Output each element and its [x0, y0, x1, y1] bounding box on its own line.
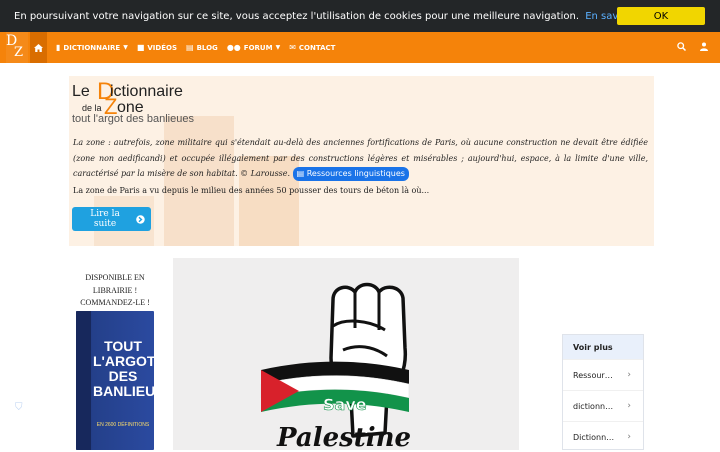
cookie-message-text: En poursuivant votre navigation sur ce s… [14, 10, 580, 22]
nav-item-dictionnaire[interactable]: ▮ DICTIONNAIRE ▼ [56, 43, 128, 52]
main-navbar: D Z ▮ DICTIONNAIRE ▼ ■ VIDÉOS ▤ BLOG ●● … [0, 32, 720, 63]
nav-item-label: BLOG [196, 43, 218, 52]
banner-save-text: Save [323, 395, 367, 414]
see-more-sidebar: Voir plus Ressour… › dictionn… › Diction… [562, 334, 644, 450]
search-icon[interactable] [677, 41, 687, 54]
home-icon [34, 43, 43, 52]
nav-item-videos[interactable]: ■ VIDÉOS [137, 43, 177, 52]
newspaper-icon: ▤ [186, 43, 194, 52]
read-more-label: Lire la suite [90, 209, 120, 229]
nav-item-forum[interactable]: ●● FORUM ▼ [227, 43, 280, 52]
cookie-banner: En poursuivant votre navigation sur ce s… [0, 0, 720, 32]
sidebar-heading: Voir plus [563, 335, 643, 359]
privacy-badge[interactable]: ⛉ [0, 395, 180, 450]
envelope-icon: ✉ [289, 43, 296, 52]
sidebar-item[interactable]: Dictionn… › [563, 421, 643, 452]
book-caption: DISPONIBLE EN LIBRAIRIE ! COMMANDEZ-LE ! [80, 273, 150, 307]
sidebar-item-label: dictionn… [573, 401, 614, 411]
user-icon[interactable] [700, 42, 708, 54]
chevron-right-icon: › [627, 401, 631, 411]
sidebar-item[interactable]: Ressour… › [563, 359, 643, 390]
logo-z-letter: Z [14, 45, 24, 60]
nav-item-label: CONTACT [298, 43, 336, 52]
book-title-line: TOUT [104, 338, 142, 354]
nav-item-label: VIDÉOS [147, 43, 177, 52]
raised-fist-illustration: Save Palestine [260, 282, 411, 450]
book-title-line: L'ARGOT [93, 353, 154, 369]
banner-palestine-text: Palestine [276, 423, 411, 450]
cookie-ok-button[interactable]: OK [617, 7, 705, 25]
book-title-line: DES [108, 368, 138, 384]
cookie-message: En poursuivant votre navigation sur ce s… [14, 11, 658, 22]
book-title: TOUT L'ARGOT DES BANLIEUES [93, 338, 154, 399]
nav-right-actions [677, 32, 708, 63]
resources-badge[interactable]: ▤ Ressources linguistiques [292, 167, 409, 181]
resources-badge-label: Ressources linguistiques [306, 169, 405, 178]
nav-item-contact[interactable]: ✉ CONTACT [289, 43, 335, 52]
site-brand[interactable]: Le D ictionnaire de la Z one tout l'argo… [72, 78, 232, 128]
read-more-button[interactable]: Lire la suite [72, 207, 151, 231]
list-icon: ▤ [296, 169, 305, 178]
nav-item-blog[interactable]: ▤ BLOG [186, 43, 218, 52]
zone-summary: La zone de Paris a vu depuis le milieu d… [73, 186, 430, 195]
chevron-right-icon: › [627, 370, 631, 380]
video-icon: ■ [136, 43, 145, 52]
caret-down-icon: ▼ [275, 44, 281, 51]
nav-item-label: DICTIONNAIRE [63, 43, 121, 52]
nav-home-button[interactable] [30, 32, 47, 63]
users-icon: ●● [226, 43, 241, 52]
zone-definition: La zone : autrefois, zone militaire qui … [73, 135, 648, 182]
sidebar-item-label: Dictionn… [573, 432, 615, 442]
sidebar-item[interactable]: dictionn… › [563, 390, 643, 421]
brand-le: Le [72, 83, 90, 100]
shield-icon: ⛉ [15, 402, 23, 413]
arrow-right-circle-icon [136, 214, 145, 224]
sidebar-item-label: Ressour… [573, 370, 613, 380]
nav-item-label: FORUM [243, 43, 273, 52]
save-palestine-banner[interactable]: Save Palestine [173, 258, 519, 450]
site-logo[interactable]: D Z [6, 32, 28, 63]
brand-tagline: tout l'argot des banlieues [72, 113, 194, 125]
brand-de-la: de la [82, 103, 102, 113]
book-icon: ▮ [56, 43, 61, 52]
chevron-right-icon: › [627, 432, 631, 442]
caret-down-icon: ▼ [123, 44, 128, 51]
